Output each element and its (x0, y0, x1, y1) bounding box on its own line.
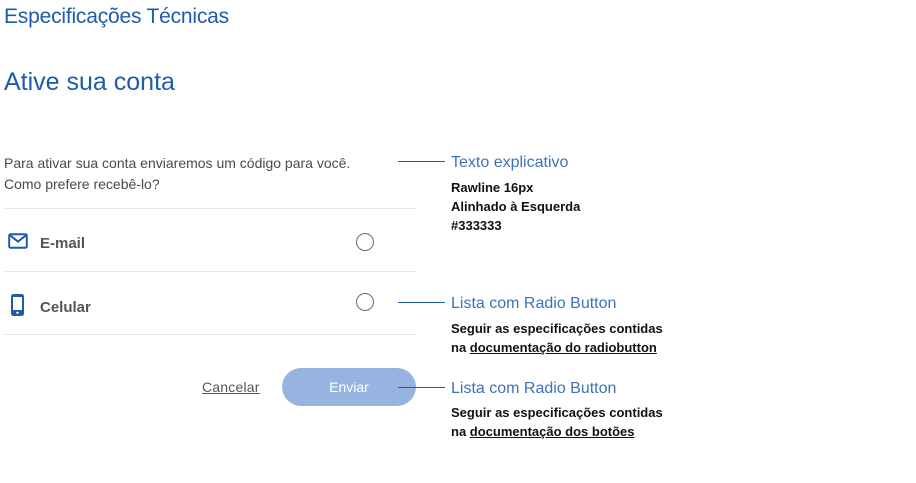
submit-button[interactable]: Enviar (282, 368, 416, 406)
form-title: Ative sua conta (4, 68, 175, 96)
form-description: Para ativar sua conta enviaremos um códi… (4, 153, 384, 195)
annotation-prefix: na (451, 340, 470, 355)
mail-icon (8, 233, 28, 254)
annotation-line: Alinhado à Esquerda (451, 199, 581, 214)
divider (4, 334, 416, 335)
annotation-line: #333333 (451, 218, 502, 233)
annotation-body: Rawline 16px Alinhado à Esquerda #333333 (451, 178, 580, 235)
description-line-2: Como prefere recebê-lo? (4, 176, 160, 192)
option-email-label: E-mail (40, 235, 86, 252)
page-header: Especificações Técnicas (4, 5, 229, 28)
annotation-title: Texto explicativo (451, 154, 569, 171)
buttons-docs-link[interactable]: documentação dos botões (470, 424, 635, 439)
annotation-prefix: na (451, 424, 470, 439)
description-line-1: Para ativar sua conta enviaremos um códi… (4, 155, 351, 171)
annotation-line: na documentação dos botões (451, 422, 663, 441)
annotation-line: Seguir as especificações contidas (451, 405, 663, 420)
annotation-leader-line (398, 387, 445, 388)
annotation-title: Lista com Radio Button (451, 380, 617, 397)
annotation-leader-line (398, 161, 445, 162)
annotation-leader-line (398, 302, 445, 303)
annotation-body: Seguir as especificações contidas na doc… (451, 403, 663, 441)
option-celular[interactable]: Celular (4, 272, 416, 334)
radio-celular[interactable] (356, 293, 374, 311)
annotation-body: Seguir as especificações contidas na doc… (451, 319, 663, 357)
cancel-link[interactable]: Cancelar (202, 379, 260, 395)
smartphone-icon (11, 294, 24, 321)
radiobutton-docs-link[interactable]: documentação do radiobutton (470, 340, 657, 355)
radio-email[interactable] (356, 233, 374, 251)
annotation-line: Rawline 16px (451, 180, 534, 195)
option-celular-label: Celular (40, 299, 91, 316)
option-email[interactable]: E-mail (4, 209, 416, 271)
annotation-line: Seguir as especificações contidas (451, 321, 663, 336)
annotation-title: Lista com Radio Button (451, 295, 617, 312)
annotation-line: na documentação do radiobutton (451, 338, 663, 357)
